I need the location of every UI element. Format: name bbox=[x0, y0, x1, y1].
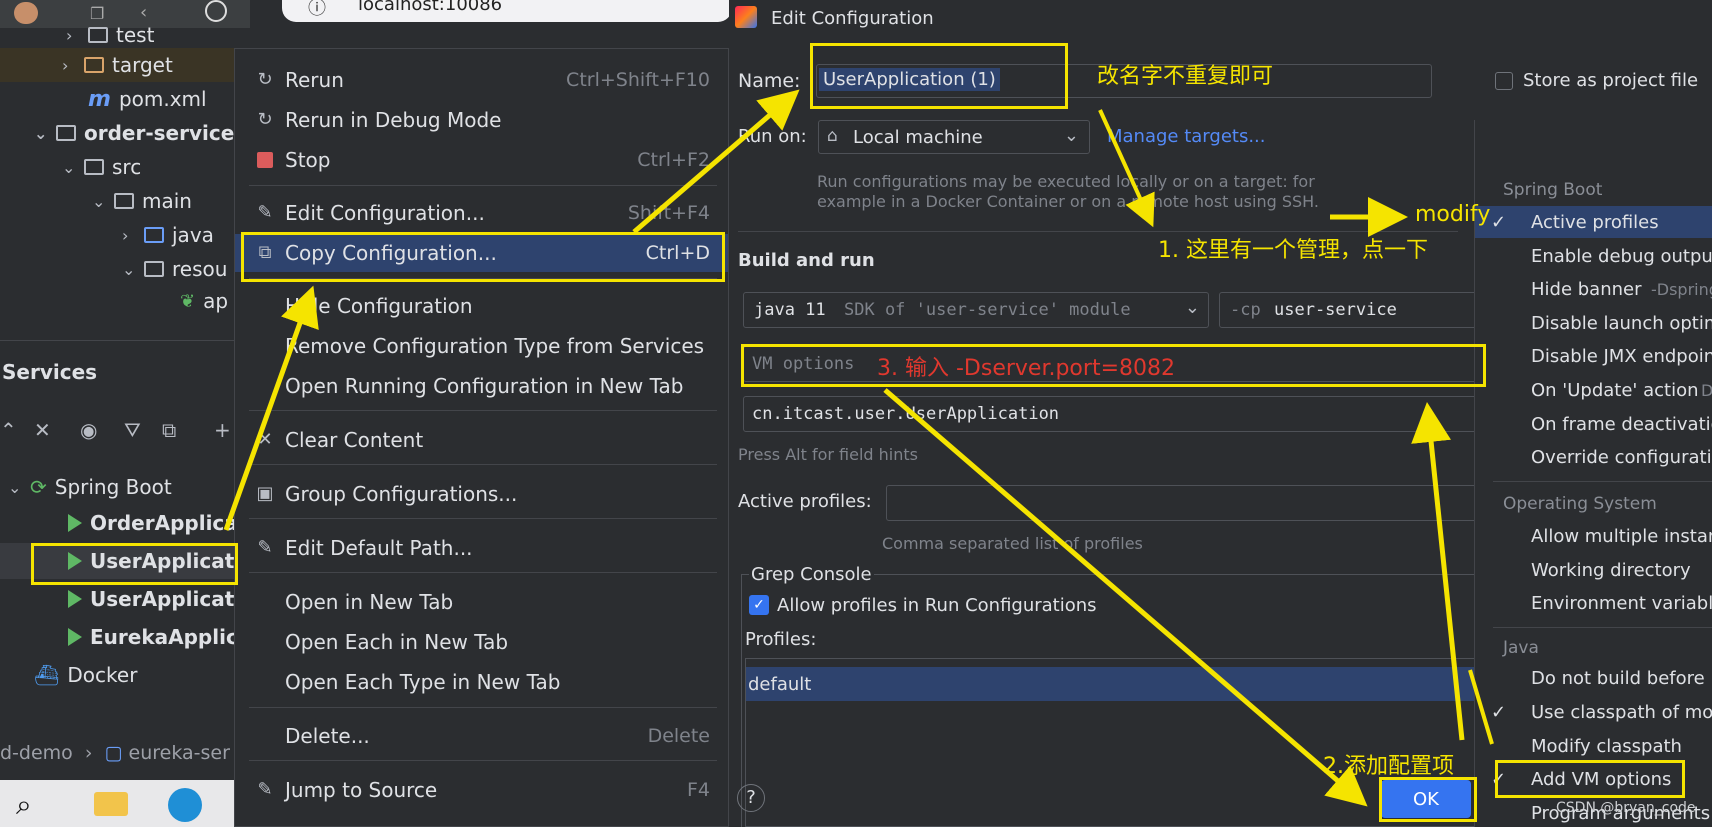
modify-label: modify bbox=[1415, 202, 1491, 227]
step3-note: 3. 输入 -Dserver.port=8082 bbox=[877, 356, 1175, 381]
arrow-add-vm-connector bbox=[1468, 669, 1494, 745]
step2-note: 2.添加配置项 bbox=[1323, 754, 1454, 779]
arrow-name-to-step1 bbox=[1098, 109, 1155, 228]
annotation-arrows bbox=[223, 89, 1494, 807]
rename-note: 改名字不重复即可 bbox=[1097, 64, 1274, 89]
arrow-user-app-to-copy-config bbox=[223, 285, 319, 531]
watermark: CSDN @bryan_code bbox=[1556, 800, 1696, 816]
step1-note: 1. 这里有一个管理，点一下 bbox=[1158, 238, 1428, 263]
arrow-copy-config-to-name bbox=[632, 89, 800, 234]
screenshot-stage: ❐ ‹ › test › target m pom.xml ⌄ order-servic… bbox=[0, 0, 1712, 827]
arrow-vm-to-ok bbox=[883, 388, 1368, 807]
arrow-step2-to-vm bbox=[1411, 402, 1465, 741]
